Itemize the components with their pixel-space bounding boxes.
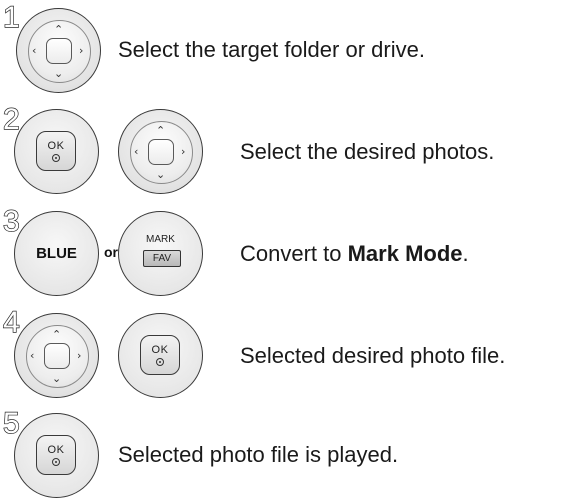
down-arrow-icon: ⌄	[52, 372, 62, 385]
blue-label: BLUE	[36, 245, 77, 262]
left-arrow-icon: ‹	[32, 44, 37, 57]
step-4-description: Selected desired photo file.	[240, 343, 506, 368]
down-arrow-icon: ⌄	[54, 67, 64, 80]
right-arrow-icon: ›	[79, 44, 84, 57]
ok-key: OK	[36, 131, 76, 171]
nav-center-key	[44, 343, 70, 369]
step-2-description: Select the desired photos.	[240, 139, 495, 164]
step-number-2: 2	[2, 103, 20, 136]
ok-dot-icon	[52, 154, 60, 162]
blue-button: BLUE	[14, 211, 99, 296]
step-1-description: Select the target folder or drive.	[118, 37, 425, 62]
ok-label: OK	[47, 444, 65, 456]
or-label: or	[104, 244, 118, 260]
navigation-button: ⌃ ⌄ ‹ ›	[14, 313, 99, 398]
ok-button: OK	[118, 313, 203, 398]
right-arrow-icon: ›	[181, 145, 186, 158]
step-number-3: 3	[2, 205, 20, 238]
ok-button: OK	[14, 413, 99, 498]
nav-center-key	[46, 38, 72, 64]
step-3-text: Convert to	[240, 241, 348, 266]
navigation-pad: ⌃ ⌄ ‹ ›	[130, 121, 193, 184]
fav-key: FAV	[143, 250, 181, 267]
ok-dot-icon	[156, 358, 164, 366]
step-number-5: 5	[2, 407, 20, 440]
navigation-button: ⌃ ⌄ ‹ ›	[16, 8, 101, 93]
up-arrow-icon: ⌃	[52, 328, 62, 341]
step-3-period: .	[462, 241, 469, 266]
up-arrow-icon: ⌃	[54, 23, 64, 36]
step-3-description: Convert to Mark Mode.	[240, 241, 469, 267]
navigation-pad: ⌃ ⌄ ‹ ›	[28, 20, 91, 83]
ok-button: OK	[14, 109, 99, 194]
ok-key: OK	[36, 435, 76, 475]
down-arrow-icon: ⌄	[156, 168, 166, 181]
step-number-1: 1	[2, 1, 20, 34]
ok-key: OK	[140, 335, 180, 375]
navigation-pad: ⌃ ⌄ ‹ ›	[26, 325, 89, 388]
mark-label: MARK	[146, 234, 175, 245]
ok-dot-icon	[52, 458, 60, 466]
left-arrow-icon: ‹	[134, 145, 139, 158]
up-arrow-icon: ⌃	[156, 124, 166, 137]
mark-fav-button: MARK FAV	[118, 211, 203, 296]
step-5-description: Selected photo file is played.	[118, 442, 399, 467]
navigation-button: ⌃ ⌄ ‹ ›	[118, 109, 203, 194]
ok-label: OK	[151, 344, 169, 356]
left-arrow-icon: ‹	[30, 349, 35, 362]
mark-mode-text: Mark Mode	[347, 241, 463, 266]
step-number-4: 4	[2, 306, 20, 339]
nav-center-key	[148, 139, 174, 165]
ok-label: OK	[47, 140, 65, 152]
right-arrow-icon: ›	[77, 349, 82, 362]
